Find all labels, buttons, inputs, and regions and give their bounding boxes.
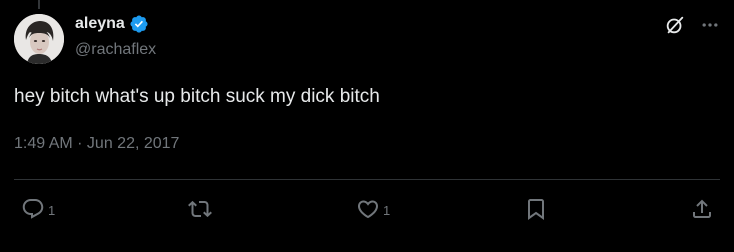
tweet-text: hey bitch what's up bitch suck my dick b… (14, 86, 380, 107)
repost-icon (188, 200, 212, 218)
tweet-action-bar: 1 1 (0, 193, 734, 225)
bookmark-icon (528, 199, 544, 220)
reply-count: 1 (48, 202, 56, 218)
author-name-row: aleyna (75, 13, 149, 35)
divider (14, 179, 720, 180)
like-count: 1 (383, 202, 391, 218)
avatar-image (14, 14, 64, 64)
like-button[interactable]: 1 (356, 193, 390, 225)
like-icon (357, 200, 379, 219)
avatar[interactable] (14, 14, 64, 64)
verified-badge-icon[interactable] (129, 14, 149, 34)
reply-icon (22, 199, 44, 219)
tweet-timestamp[interactable]: 1:49 AM · Jun 22, 2017 (14, 134, 179, 154)
thread-connector-line (38, 0, 40, 9)
share-icon (693, 199, 711, 218)
tweet-top-actions (664, 14, 720, 36)
author-display-name[interactable]: aleyna (75, 14, 125, 34)
more-icon[interactable] (700, 15, 720, 35)
repost-button[interactable] (188, 193, 215, 225)
grok-icon[interactable] (664, 14, 686, 36)
bookmark-button[interactable] (524, 193, 548, 225)
author-handle[interactable]: @rachaflex (75, 40, 156, 60)
share-button[interactable] (690, 193, 714, 225)
reply-button[interactable]: 1 (21, 193, 55, 225)
